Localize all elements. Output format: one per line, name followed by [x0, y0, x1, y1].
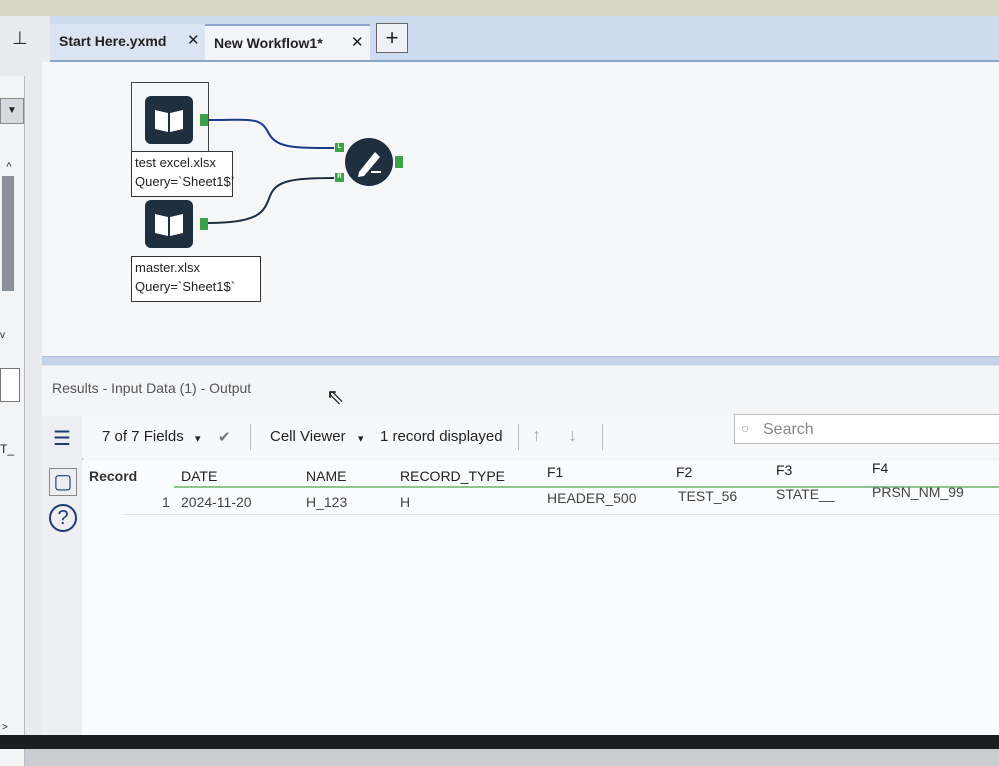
help-icon[interactable]: ? — [49, 504, 77, 532]
join-output-anchor[interactable] — [395, 156, 403, 168]
toolbar-separator — [602, 424, 603, 450]
tab-bar: Start Here.yxmd ✕ New Workflow1* ✕ + — [50, 16, 999, 62]
column-header[interactable]: Record — [89, 468, 137, 484]
left-partial-text: T_ — [0, 442, 15, 456]
row-number[interactable]: 1 — [162, 494, 170, 510]
table-cell[interactable]: TEST_56 — [678, 488, 737, 504]
left-dropdown[interactable]: ▼ — [0, 98, 24, 124]
table-cell[interactable]: H — [400, 494, 410, 510]
toolbar-separator — [250, 424, 251, 450]
fields-selector[interactable]: 7 of 7 Fields — [102, 428, 184, 445]
join-tool[interactable] — [345, 138, 393, 186]
tool-label: master.xlsx Query=`Sheet1$` — [131, 256, 261, 302]
apply-check-icon[interactable]: ✔ — [218, 428, 231, 446]
scroll-up-icon[interactable]: ^ — [0, 156, 18, 178]
results-title: Results - Input Data (1) - Output — [52, 380, 252, 396]
output-anchor[interactable] — [200, 218, 208, 230]
tab-label: New Workflow1* — [214, 35, 323, 51]
search-placeholder: Search — [763, 421, 814, 438]
arrow-up-icon[interactable]: ↑ — [532, 425, 541, 446]
left-scrollbar[interactable] — [2, 176, 14, 291]
search-icon: ○ — [741, 420, 750, 436]
left-box[interactable] — [0, 368, 20, 402]
tool-label-line2: Query=`Sheet1$` — [135, 174, 236, 189]
row-divider — [122, 514, 999, 515]
record-count: 1 record displayed — [380, 428, 503, 445]
join-left-anchor[interactable]: L — [335, 143, 344, 152]
table-cell[interactable]: PRSN_NM_99 — [872, 484, 964, 500]
column-header[interactable]: NAME — [306, 468, 346, 484]
fields-dropdown-icon[interactable]: ▾ — [195, 432, 201, 445]
column-header[interactable]: F1 — [547, 464, 563, 480]
tool-label-line1: master.xlsx — [135, 260, 201, 275]
tool-label-line2: Query=`Sheet1$` — [135, 279, 236, 294]
pencil-icon — [358, 152, 381, 177]
close-icon[interactable]: ✕ — [187, 24, 200, 58]
join-right-anchor[interactable]: R — [335, 173, 344, 182]
close-icon[interactable]: ✕ — [351, 26, 364, 60]
column-header[interactable]: F2 — [676, 464, 692, 480]
column-header[interactable]: DATE — [181, 468, 217, 484]
tool-label-line1: test excel.xlsx — [135, 155, 216, 170]
column-header[interactable]: RECORD_TYPE — [400, 468, 505, 484]
book-icon — [155, 214, 183, 236]
results-toolbar: 7 of 7 Fields ▾ ✔ Cell Viewer ▾ 1 record… — [82, 414, 999, 458]
column-header[interactable]: F3 — [776, 462, 792, 478]
results-side-toolbar: ☰ ▢ ? — [42, 416, 83, 749]
cell-viewer-button[interactable]: Cell Viewer — [270, 428, 346, 445]
input-data-tool-2[interactable] — [145, 200, 193, 248]
search-input[interactable]: ○ Search — [734, 414, 999, 444]
panel-splitter[interactable] — [42, 356, 999, 366]
metadata-icon[interactable]: ▢ — [49, 468, 77, 496]
output-anchor[interactable] — [200, 114, 208, 126]
window-top-strip — [0, 0, 999, 16]
cell-viewer-dropdown-icon[interactable]: ▾ — [358, 432, 364, 445]
table-cell[interactable]: H_123 — [306, 494, 347, 510]
tab-start-here[interactable]: Start Here.yxmd ✕ — [50, 24, 205, 60]
tab-label: Start Here.yxmd — [59, 33, 167, 49]
toolbar-separator — [518, 424, 519, 450]
tab-new-workflow[interactable]: New Workflow1* ✕ — [205, 24, 370, 60]
results-panel: Results - Input Data (1) - Output ⇖ ☰ ▢ … — [42, 366, 999, 749]
taskbar — [0, 735, 999, 749]
pin-icon[interactable]: ⊥ — [12, 28, 28, 49]
chevron-down-icon[interactable]: v — [0, 330, 5, 341]
table-cell[interactable]: STATE__ — [776, 486, 835, 502]
mouse-cursor-icon: ⇖ — [326, 384, 345, 409]
table-cell[interactable]: HEADER_500 — [547, 490, 637, 506]
arrow-down-icon[interactable]: ↓ — [568, 425, 577, 446]
tool-label: test excel.xlsx Query=`Sheet1$` — [131, 151, 236, 197]
add-tab-button[interactable]: + — [376, 23, 408, 53]
chevron-right-icon[interactable]: > — [2, 722, 8, 733]
table-view-icon[interactable]: ☰ — [49, 426, 75, 452]
input-data-tool-1[interactable] — [145, 96, 193, 144]
column-header[interactable]: F4 — [872, 460, 888, 476]
results-grid: Record DATE NAME RECORD_TYPE F1 F2 F3 F4… — [82, 460, 999, 749]
book-icon — [155, 110, 183, 132]
workflow-canvas[interactable]: test excel.xlsx Query=`Sheet1$` master.x… — [42, 62, 999, 356]
table-cell[interactable]: 2024-11-20 — [181, 494, 252, 510]
